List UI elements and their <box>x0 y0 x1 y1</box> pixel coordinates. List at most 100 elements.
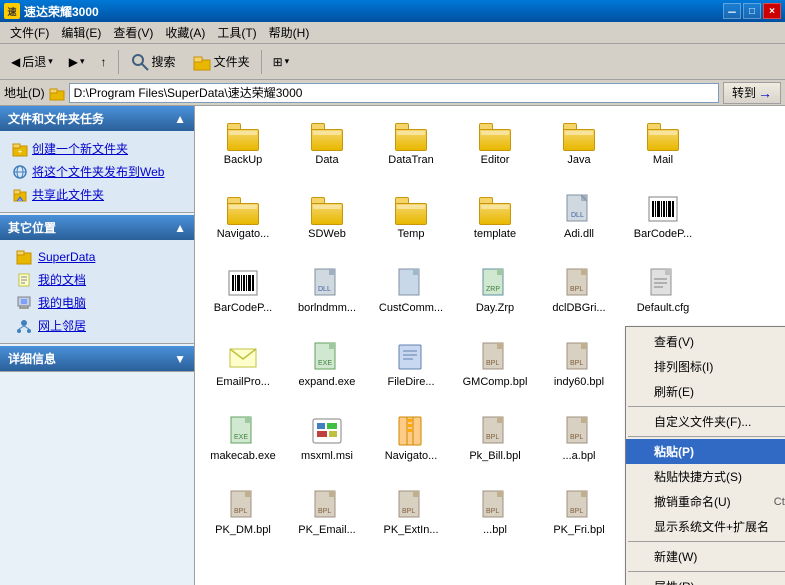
list-item[interactable]: DLL Adi.dll <box>539 188 619 258</box>
forward-button[interactable]: ▶ ▾ <box>62 51 92 73</box>
list-item[interactable]: BPL PK_DM.bpl <box>203 484 283 554</box>
close-button[interactable]: × <box>763 3 781 19</box>
file-name: Data <box>315 154 338 167</box>
ctx-view[interactable]: 查看(V) ▶ <box>626 329 785 354</box>
list-item[interactable]: SDWeb <box>287 188 367 258</box>
details-header[interactable]: 详细信息 ▼ <box>0 346 194 371</box>
list-item[interactable]: BPL ...bpl <box>455 484 535 554</box>
list-item[interactable]: BPL Pk_Bill.bpl <box>455 410 535 480</box>
ctx-paste[interactable]: 粘贴(P) <box>626 439 785 464</box>
list-item[interactable]: BPL dclDBGri... <box>539 262 619 332</box>
list-item[interactable]: Java <box>539 114 619 184</box>
list-item[interactable]: EXE expand.exe <box>287 336 367 406</box>
publish-icon <box>12 164 28 180</box>
list-item[interactable]: DataTran <box>371 114 451 184</box>
menu-file[interactable]: 文件(F) <box>4 22 55 43</box>
maximize-button[interactable]: □ <box>743 3 761 19</box>
svg-text:BPL: BPL <box>570 434 583 441</box>
ctx-arrange-label: 排列图标(I) <box>654 358 713 375</box>
svg-text:EXE: EXE <box>234 434 248 441</box>
menu-edit[interactable]: 编辑(E) <box>55 22 107 43</box>
list-item[interactable]: Mail <box>623 114 703 184</box>
tasks-collapse-icon: ▲ <box>174 112 186 126</box>
menu-view[interactable]: 查看(V) <box>107 22 159 43</box>
list-item[interactable]: CustComm... <box>371 262 451 332</box>
svg-text:DLL: DLL <box>318 286 331 293</box>
ctx-refresh[interactable]: 刷新(E) <box>626 379 785 404</box>
file-name: Default.cfg <box>637 302 690 315</box>
share-folder-link[interactable]: 共享此文件夹 <box>8 183 186 206</box>
forward-dropdown-icon[interactable]: ▾ <box>80 56 85 67</box>
list-item[interactable]: template <box>455 188 535 258</box>
folders-button[interactable]: 文件夹 <box>185 48 257 76</box>
details-header-label: 详细信息 <box>8 350 56 367</box>
back-label: 后退 <box>22 53 46 70</box>
list-item[interactable]: Navigato... <box>371 410 451 480</box>
ctx-separator-2 <box>628 436 785 437</box>
list-item[interactable]: BPL PK_Fri.bpl <box>539 484 619 554</box>
list-item[interactable]: BPL PK_ExtIn... <box>371 484 451 554</box>
list-item[interactable]: FileDire... <box>371 336 451 406</box>
list-item[interactable]: Default.cfg <box>623 262 703 332</box>
list-item[interactable]: BarCodeP... <box>623 188 703 258</box>
ctx-show-system[interactable]: 显示系统文件+扩展名 <box>626 514 785 539</box>
superdata-label: SuperData <box>38 250 95 264</box>
list-item[interactable]: Editor <box>455 114 535 184</box>
network-link[interactable]: 网上邻居 <box>8 314 186 337</box>
search-button[interactable]: 搜索 <box>123 48 183 76</box>
address-input[interactable] <box>69 83 719 103</box>
views-button[interactable]: ⊞ ▾ <box>266 51 297 73</box>
minimize-button[interactable]: － <box>723 3 741 19</box>
folder-icon <box>227 193 259 225</box>
exe-file-icon: EXE <box>311 341 343 373</box>
list-item[interactable]: EmailPro... <box>203 336 283 406</box>
ctx-paste-shortcut[interactable]: 粘贴快捷方式(S) <box>626 464 785 489</box>
list-item[interactable]: EXE makecab.exe <box>203 410 283 480</box>
list-item[interactable]: Data <box>287 114 367 184</box>
list-item[interactable]: msxml.msi <box>287 410 367 480</box>
go-arrow-icon: → <box>758 85 772 101</box>
back-dropdown-icon[interactable]: ▾ <box>48 56 53 67</box>
file-name: Mail <box>653 154 673 167</box>
svg-text:DLL: DLL <box>571 212 584 219</box>
app-icon: 速 <box>4 3 20 19</box>
file-dir-icon <box>395 341 427 373</box>
mycomputer-link[interactable]: 我的电脑 <box>8 291 186 314</box>
list-item[interactable]: ZRP Day.Zrp <box>455 262 535 332</box>
superdata-link[interactable]: SuperData <box>8 246 186 268</box>
create-folder-link[interactable]: + 创建一个新文件夹 <box>8 137 186 160</box>
go-button[interactable]: 转到 → <box>723 82 781 104</box>
list-item[interactable]: BarCodeP... <box>203 262 283 332</box>
menu-tools[interactable]: 工具(T) <box>211 22 262 43</box>
file-name: ...a.bpl <box>562 450 595 463</box>
menu-help[interactable]: 帮助(H) <box>263 22 316 43</box>
ctx-new[interactable]: 新建(W) ▶ <box>626 544 785 569</box>
generic-file-icon <box>395 267 427 299</box>
list-item[interactable]: BPL GMComp.bpl <box>455 336 535 406</box>
other-header[interactable]: 其它位置 ▲ <box>0 215 194 240</box>
mydocs-link[interactable]: 我的文档 <box>8 268 186 291</box>
publish-folder-link[interactable]: 将这个文件夹发布到Web <box>8 160 186 183</box>
list-item[interactable]: BPL indy60.bpl <box>539 336 619 406</box>
list-item[interactable]: BPL PK_Email... <box>287 484 367 554</box>
ctx-properties[interactable]: 属性(R) <box>626 574 785 585</box>
file-name: borlndmm... <box>298 302 356 315</box>
ctx-undo[interactable]: 撤销重命名(U) Ctrl+Z <box>626 489 785 514</box>
list-item[interactable]: DLL borlndmm... <box>287 262 367 332</box>
exe-file-icon-2: EXE <box>227 415 259 447</box>
list-item[interactable]: Temp <box>371 188 451 258</box>
tasks-header[interactable]: 文件和文件夹任务 ▲ <box>0 106 194 131</box>
file-name: DataTran <box>388 154 433 167</box>
list-item[interactable]: BPL ...a.bpl <box>539 410 619 480</box>
list-item[interactable]: Navigato... <box>203 188 283 258</box>
list-item[interactable]: BackUp <box>203 114 283 184</box>
ctx-customize[interactable]: 自定义文件夹(F)... <box>626 409 785 434</box>
menu-favorites[interactable]: 收藏(A) <box>159 22 211 43</box>
file-name: ...bpl <box>483 524 507 537</box>
back-button[interactable]: ◀ 后退 ▾ <box>4 49 60 74</box>
svg-text:BPL: BPL <box>234 508 247 515</box>
views-dropdown-icon[interactable]: ▾ <box>285 56 290 67</box>
ctx-arrange[interactable]: 排列图标(I) ▶ <box>626 354 785 379</box>
network-icon <box>16 318 32 334</box>
up-button[interactable]: ↑ <box>94 51 114 73</box>
